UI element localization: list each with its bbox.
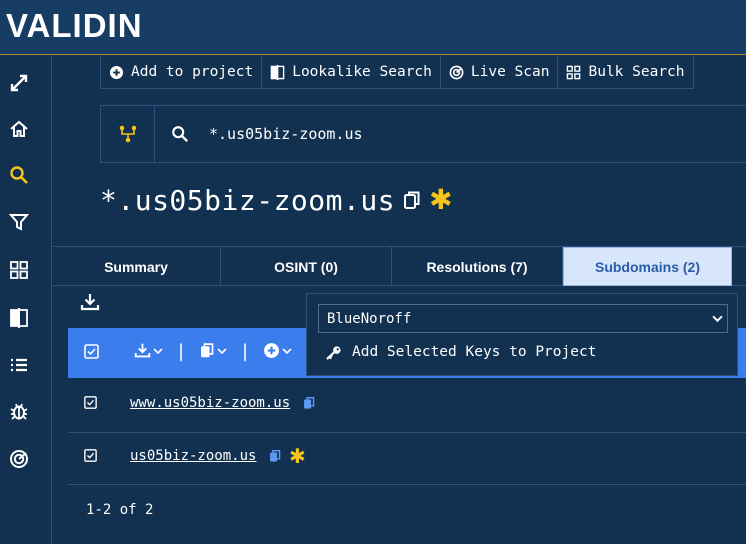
add-to-project-label: Add to project bbox=[131, 64, 254, 80]
download-icon[interactable] bbox=[80, 292, 100, 312]
table-row: us05biz-zoom.us ✱ bbox=[68, 433, 746, 485]
add-dropdown[interactable] bbox=[263, 342, 292, 359]
tree-icon bbox=[119, 125, 136, 143]
copy-dropdown[interactable] bbox=[199, 342, 227, 359]
lookalike-search-button[interactable]: Lookalike Search bbox=[262, 56, 441, 88]
add-to-project-button[interactable]: Add to project bbox=[101, 56, 263, 88]
expand-icon[interactable] bbox=[8, 72, 30, 94]
search-bar bbox=[100, 105, 746, 163]
table-row: www.us05biz-zoom.us bbox=[68, 378, 746, 433]
copy-icon[interactable] bbox=[268, 449, 282, 463]
select-all-checkbox[interactable] bbox=[84, 344, 99, 359]
project-select[interactable]: BlueNoroff bbox=[318, 304, 728, 333]
search-icon[interactable] bbox=[8, 164, 30, 186]
page-title: *.us05biz-zoom.us bbox=[100, 183, 396, 217]
tab-summary[interactable]: Summary bbox=[52, 247, 221, 286]
copy-icon[interactable] bbox=[403, 190, 421, 210]
chevron-down-icon bbox=[153, 347, 163, 354]
grid-icon bbox=[567, 65, 581, 79]
star-icon: ✱ bbox=[429, 183, 453, 216]
pivot-tree-button[interactable] bbox=[101, 106, 155, 162]
subdomain-link[interactable]: us05biz-zoom.us bbox=[130, 448, 256, 464]
list-icon[interactable] bbox=[8, 354, 30, 376]
download-icon bbox=[134, 343, 151, 358]
compare-icon[interactable] bbox=[8, 307, 30, 329]
app-header: VALIDIN bbox=[0, 0, 746, 55]
sidebar bbox=[0, 56, 52, 544]
validin-logo[interactable]: VALIDIN bbox=[6, 8, 143, 44]
chevron-down-icon bbox=[217, 347, 227, 354]
plus-circle-icon bbox=[109, 65, 124, 79]
bug-icon[interactable] bbox=[8, 400, 30, 422]
chevron-down-icon bbox=[282, 347, 292, 354]
bulk-search-button[interactable]: Bulk Search bbox=[558, 56, 692, 88]
lookalike-search-label: Lookalike Search bbox=[292, 64, 432, 80]
bulk-search-label: Bulk Search bbox=[588, 64, 685, 80]
project-select-value: BlueNoroff bbox=[327, 310, 412, 327]
tab-resolutions[interactable]: Resolutions (7) bbox=[392, 247, 563, 286]
download-dropdown[interactable] bbox=[134, 342, 163, 359]
copy-icon bbox=[201, 343, 214, 358]
search-icon bbox=[155, 106, 205, 162]
chevron-down-icon bbox=[712, 315, 723, 323]
target-icon[interactable] bbox=[8, 448, 30, 470]
filter-icon[interactable] bbox=[8, 211, 30, 233]
row-checkbox[interactable] bbox=[84, 449, 97, 462]
subdomain-link[interactable]: www.us05biz-zoom.us bbox=[130, 395, 290, 411]
search-input[interactable] bbox=[205, 106, 746, 162]
action-toolbar: Add to project Lookalike Search Live Sca… bbox=[100, 56, 694, 89]
tab-subdomains[interactable]: Subdomains (2) bbox=[563, 247, 732, 286]
title-row: *.us05biz-zoom.us ✱ bbox=[100, 180, 453, 220]
row-checkbox[interactable] bbox=[84, 396, 97, 409]
home-icon[interactable] bbox=[8, 118, 30, 140]
tab-osint[interactable]: OSINT (0) bbox=[221, 247, 392, 286]
pagination-info: 1-2 of 2 bbox=[86, 502, 154, 518]
add-to-project-popover: BlueNoroff Add Selected Keys to Project bbox=[306, 293, 738, 376]
add-selected-keys-button[interactable]: Add Selected Keys to Project bbox=[325, 344, 596, 360]
star-icon: ✱ bbox=[289, 444, 306, 468]
radar-icon bbox=[449, 65, 464, 79]
add-selected-keys-label: Add Selected Keys to Project bbox=[352, 344, 597, 360]
plus-circle-icon bbox=[264, 343, 279, 358]
copy-icon[interactable] bbox=[302, 396, 316, 410]
live-scan-button[interactable]: Live Scan bbox=[441, 56, 559, 88]
divider: | bbox=[242, 341, 249, 362]
divider: | bbox=[178, 341, 185, 362]
result-tabs: Summary OSINT (0) Resolutions (7) Subdom… bbox=[52, 246, 746, 286]
grid-icon[interactable] bbox=[8, 259, 30, 281]
key-icon bbox=[326, 345, 341, 360]
lookalike-icon bbox=[270, 64, 285, 80]
live-scan-label: Live Scan bbox=[470, 64, 550, 80]
